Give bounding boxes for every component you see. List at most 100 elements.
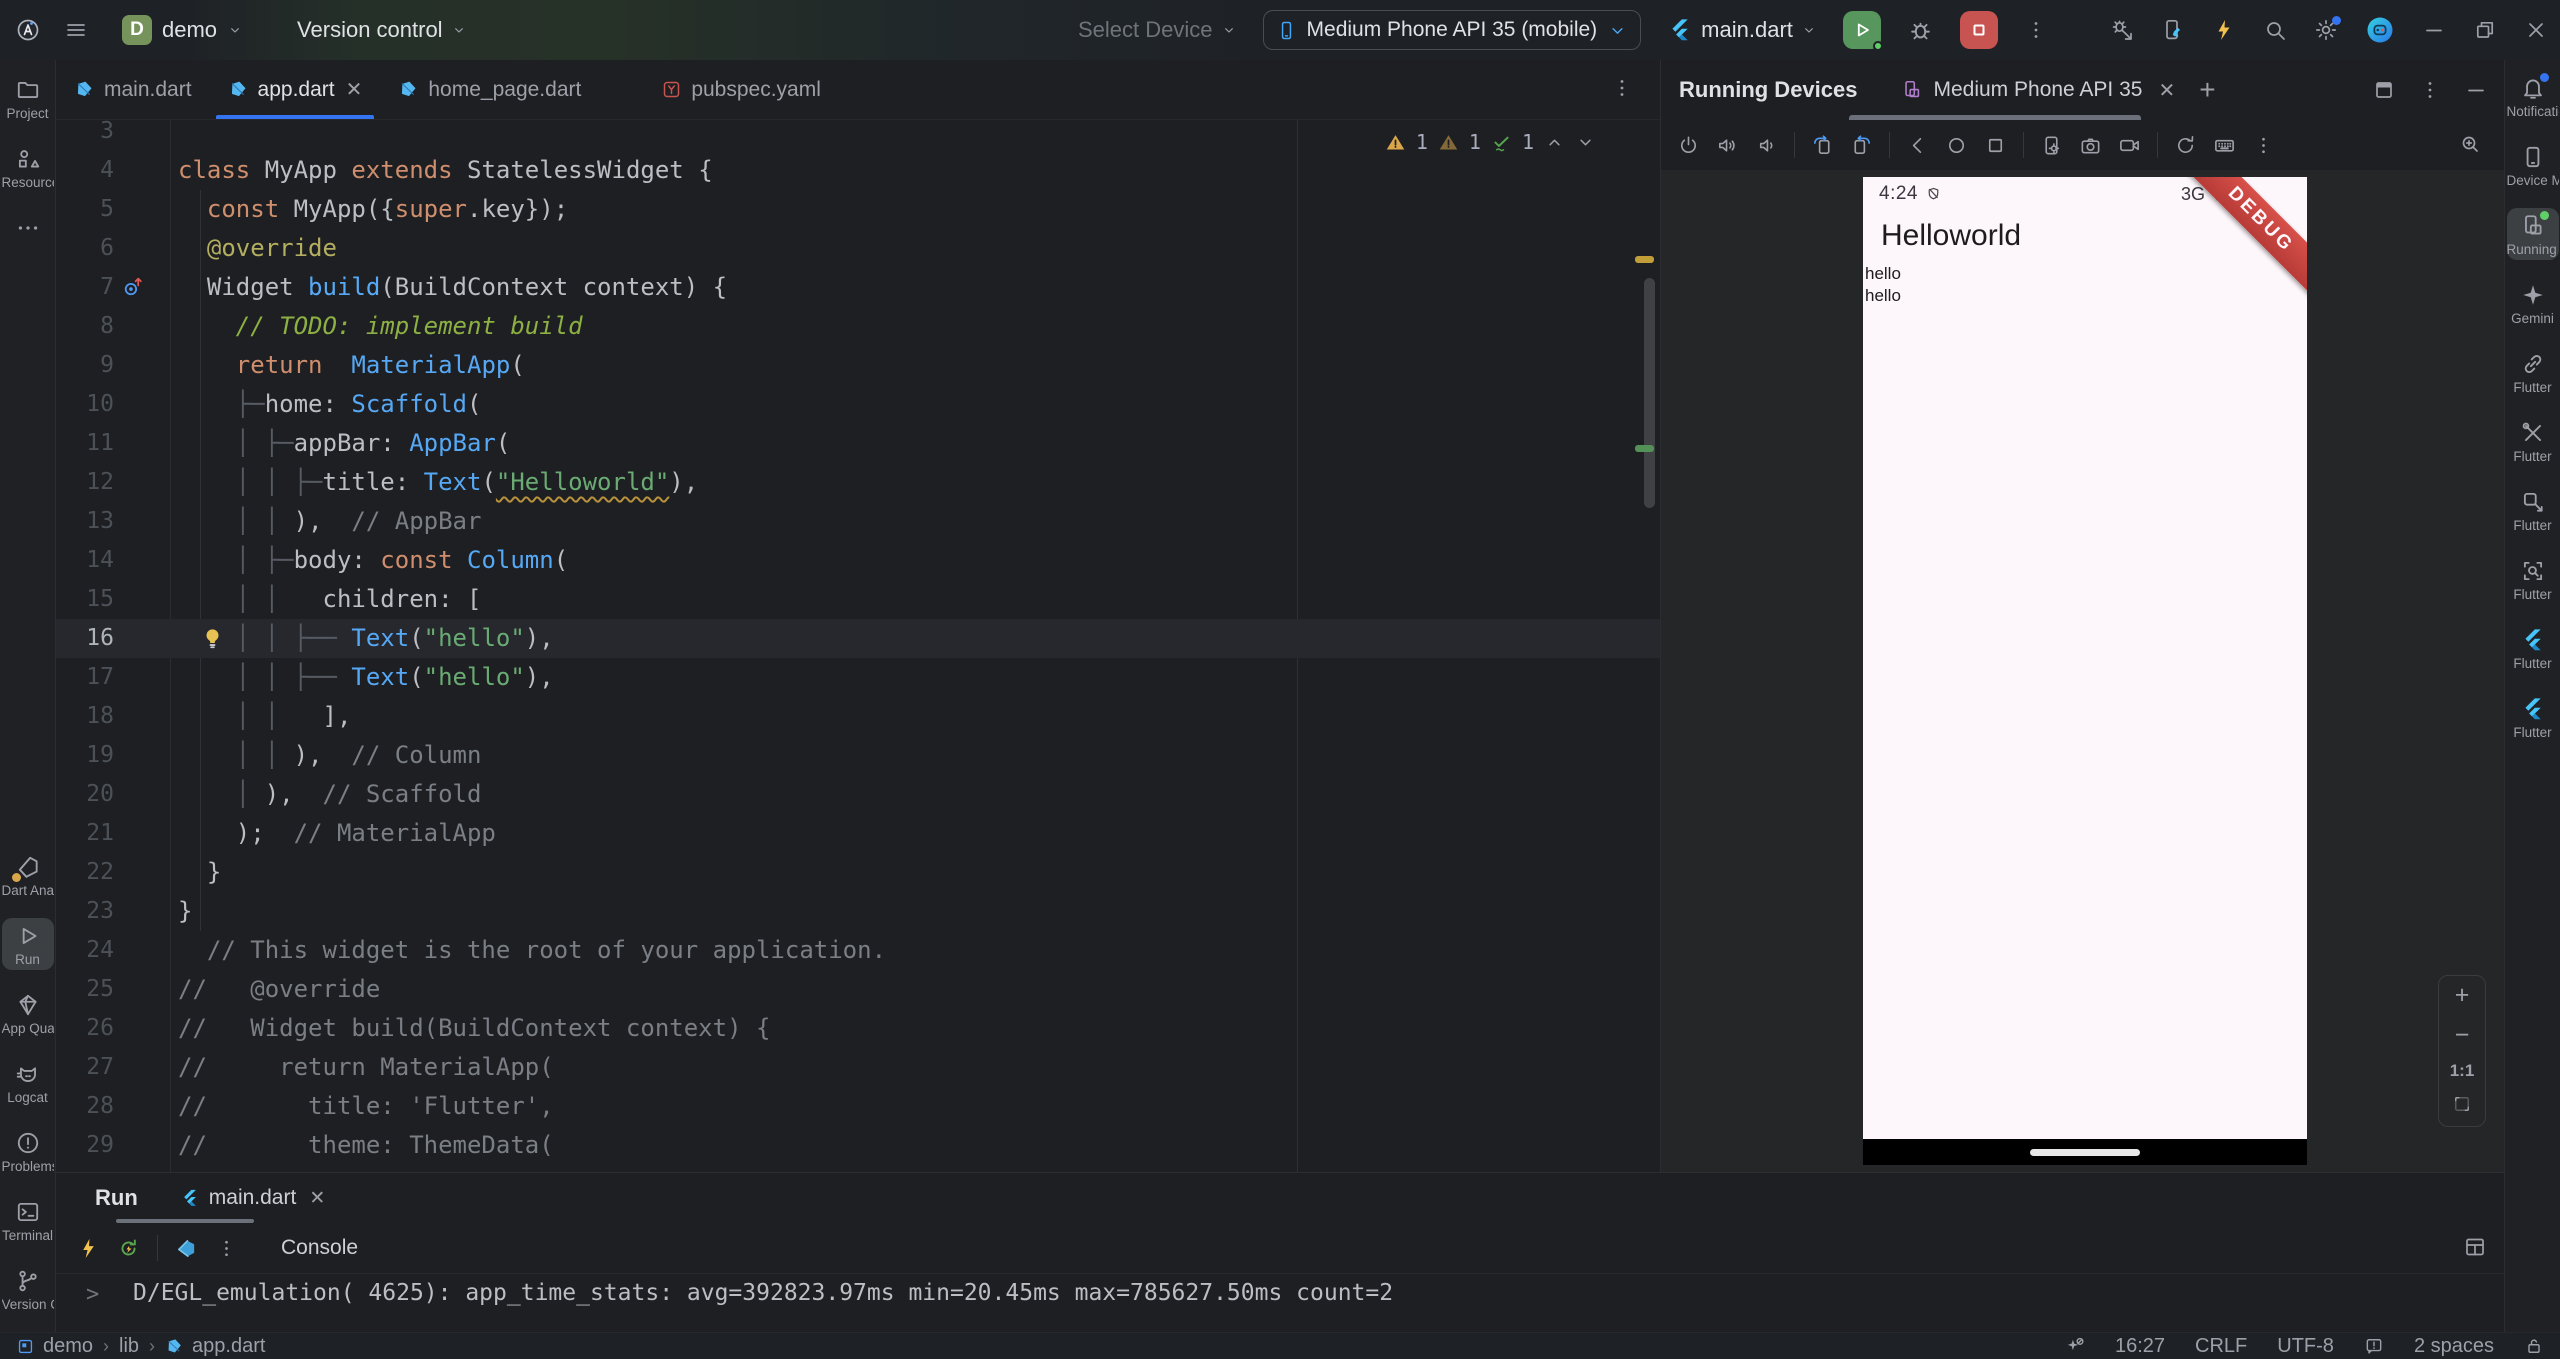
code-line-7[interactable]: 7 Widget build(BuildContext context) {: [56, 268, 1660, 307]
tool-problems[interactable]: Problems: [2, 1125, 54, 1177]
tool-notifications[interactable]: Notifications: [2507, 70, 2559, 122]
readonly-toggle-icon[interactable]: [2524, 1336, 2544, 1356]
override-gutter-icon[interactable]: [120, 275, 145, 300]
breadcrumb-demo[interactable]: demo: [16, 1335, 93, 1358]
code-line-6[interactable]: 6 @override: [56, 229, 1660, 268]
code-line-10[interactable]: 10 ├─home: Scaffold(: [56, 385, 1660, 424]
tab-home_page.dart[interactable]: home_page.dart: [380, 60, 599, 119]
code-line-18[interactable]: 18 │ │ ],: [56, 697, 1660, 736]
stop-button[interactable]: [1959, 11, 1998, 49]
line-ending[interactable]: CRLF: [2195, 1335, 2247, 1358]
tool-app-quality-insights[interactable]: App Quality Insights: [2, 987, 54, 1039]
console-options-icon[interactable]: [215, 1237, 238, 1260]
encoding[interactable]: UTF-8: [2277, 1335, 2334, 1358]
device-profile-icon[interactable]: [2161, 18, 2185, 42]
inspections-status-icon[interactable]: [2364, 1336, 2384, 1356]
console-output[interactable]: > D/EGL_emulation( 4625): app_time_stats…: [56, 1273, 2504, 1332]
close-window-icon[interactable]: [2524, 18, 2548, 42]
back-icon[interactable]: [1906, 134, 1929, 157]
hot-reload-icon[interactable]: [77, 1237, 100, 1260]
prev-problem-icon[interactable]: [1544, 132, 1565, 153]
close-tab-icon[interactable]: ✕: [346, 77, 363, 102]
tool-flutter[interactable]: Flutter: [2507, 415, 2559, 467]
tab-options-icon[interactable]: [1610, 76, 1634, 100]
minimize-window-icon[interactable]: [2422, 18, 2446, 42]
project-widget[interactable]: D demo: [112, 9, 263, 51]
power-icon[interactable]: [1677, 134, 1700, 157]
code-line-4[interactable]: 4 class MyApp extends StatelessWidget {: [56, 151, 1660, 190]
indent-setting[interactable]: 2 spaces: [2414, 1335, 2494, 1358]
device-settings-icon[interactable]: [2040, 134, 2063, 157]
code-line-24[interactable]: 24 // This widget is the root of your ap…: [56, 931, 1660, 970]
code-line-15[interactable]: 15 │ │ children: [: [56, 580, 1660, 619]
code-line-16[interactable]: 16 │ │ ├── Text("hello"),: [56, 619, 1660, 658]
tool-flutter[interactable]: Flutter: [2507, 484, 2559, 536]
code-line-14[interactable]: 14 │ ├─body: const Column(: [56, 541, 1660, 580]
code-line-8[interactable]: 8 // TODO: implement build: [56, 307, 1660, 346]
home-pill[interactable]: [2030, 1149, 2140, 1156]
device-tab[interactable]: Medium Phone API 35 ✕: [1901, 60, 2175, 120]
code-line-17[interactable]: 17 │ │ ├── Text("hello"),: [56, 658, 1660, 697]
panel-options-icon[interactable]: [2418, 78, 2442, 102]
fit-to-window-button[interactable]: [2452, 1094, 2472, 1119]
settings-icon[interactable]: [2314, 16, 2341, 42]
code-line-21[interactable]: 21 ); // MaterialApp: [56, 814, 1660, 853]
emulator-screen[interactable]: 4:24 3G Helloworld hello hello DEBUG: [1863, 177, 2307, 1165]
tab-app.dart[interactable]: app.dart ✕: [210, 60, 381, 119]
dart-icon[interactable]: [175, 1237, 198, 1260]
panel-layout-icon[interactable]: [2372, 78, 2396, 102]
home-circle-icon[interactable]: [1945, 134, 1968, 157]
code-line-19[interactable]: 19 │ │ ), // Column: [56, 736, 1660, 775]
tool-gemini[interactable]: Gemini: [2507, 277, 2559, 329]
zoom-in-button[interactable]: +: [2455, 983, 2470, 1008]
hot-restart-icon[interactable]: [117, 1237, 140, 1260]
screenshot-icon[interactable]: [2079, 134, 2102, 157]
tool-more-dots[interactable]: [2, 210, 54, 247]
console-chevron[interactable]: >: [86, 1282, 99, 1307]
avatar[interactable]: [2365, 15, 2395, 45]
debug-button[interactable]: [1907, 17, 1934, 44]
device-selector[interactable]: Medium Phone API 35 (mobile): [1262, 10, 1642, 50]
run-button[interactable]: [1842, 11, 1883, 51]
zoom-actual-button[interactable]: 1:1: [2450, 1062, 2475, 1079]
attach-debugger-icon[interactable]: [2110, 18, 2134, 42]
code-editor[interactable]: 3 4 class MyApp extends StatelessWidget {5…: [56, 120, 1660, 1172]
restore-window-icon[interactable]: [2473, 18, 2497, 42]
code-line-28[interactable]: 28 // title: 'Flutter',: [56, 1087, 1660, 1126]
more-actions-icon[interactable]: [2024, 18, 2048, 42]
code-line-25[interactable]: 25 // @override: [56, 970, 1660, 1009]
keyboard-icon[interactable]: [2213, 134, 2236, 157]
code-line-20[interactable]: 20 │ ), // Scaffold: [56, 775, 1660, 814]
breadcrumb-app.dart[interactable]: app.dart: [165, 1335, 265, 1358]
search-everywhere-icon[interactable]: [2263, 18, 2287, 42]
reset-icon[interactable]: [2174, 134, 2197, 157]
close-run-tab-icon[interactable]: ✕: [309, 1187, 325, 1210]
main-menu-icon[interactable]: [64, 18, 88, 42]
inspections-widget[interactable]: 1 1 1: [1385, 130, 1596, 154]
tool-flutter[interactable]: Flutter: [2507, 622, 2559, 674]
zoom-mode-icon[interactable]: [2458, 132, 2482, 156]
tool-resources[interactable]: Resources: [2, 141, 54, 193]
hot-reload-icon[interactable]: [2212, 18, 2236, 42]
vcs-widget[interactable]: Version control: [297, 17, 477, 43]
tool-running-devices[interactable]: Running Devices: [2506, 208, 2559, 260]
tool-device-manager[interactable]: Device Manager: [2507, 139, 2559, 191]
code-line-11[interactable]: 11 │ ├─appBar: AppBar(: [56, 424, 1660, 463]
code-line-23[interactable]: 23}: [56, 892, 1660, 931]
close-device-tab-icon[interactable]: ✕: [2158, 78, 2175, 103]
volume-down-icon[interactable]: [1755, 134, 1778, 157]
tab-pubspec.yaml[interactable]: pubspec.yaml: [643, 60, 839, 119]
overview-icon[interactable]: [1984, 134, 2007, 157]
cursor-position[interactable]: 16:27: [2115, 1335, 2165, 1358]
rotate-right-icon[interactable]: [1850, 134, 1873, 157]
hide-panel-icon[interactable]: [2464, 78, 2488, 102]
code-line-29[interactable]: 29 // theme: ThemeData(: [56, 1126, 1660, 1165]
tool-run[interactable]: Run: [1, 918, 54, 970]
zoom-out-button[interactable]: −: [2455, 1022, 2470, 1048]
code-line-22[interactable]: 22 }: [56, 853, 1660, 892]
tool-terminal[interactable]: Terminal: [2, 1194, 54, 1246]
run-tab[interactable]: main.dart ✕: [180, 1186, 325, 1210]
tool-flutter[interactable]: Flutter: [2507, 553, 2559, 605]
code-line-12[interactable]: 12 │ │ ├─title: Text("Helloworld"),: [56, 463, 1660, 502]
gemini-disabled-icon[interactable]: [2065, 1336, 2085, 1356]
